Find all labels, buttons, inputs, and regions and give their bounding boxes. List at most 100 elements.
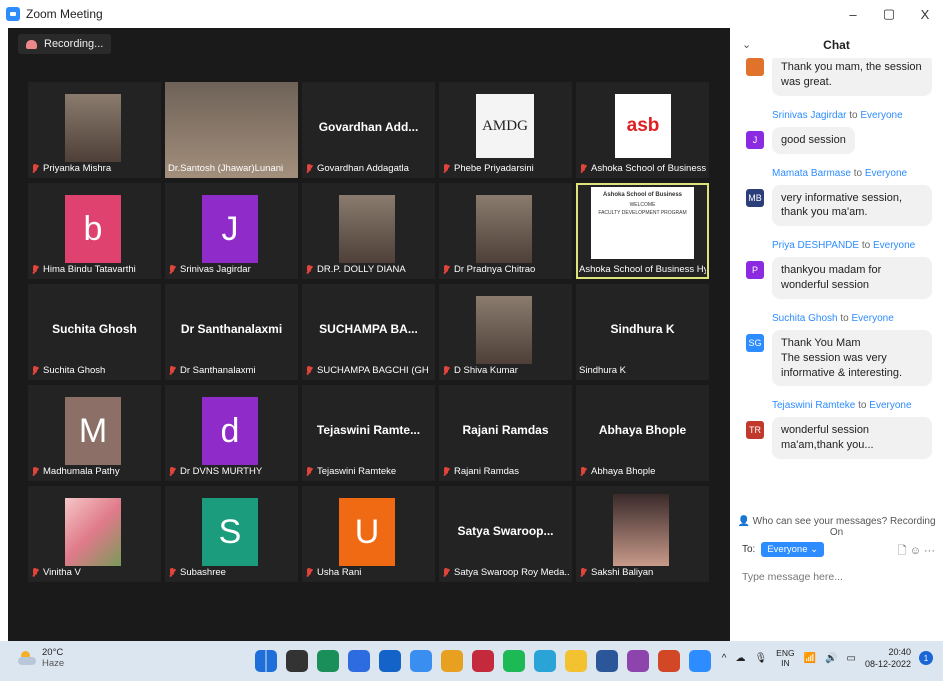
chevron-up-icon[interactable]: ^ (722, 653, 727, 664)
who-can-see-link[interactable]: 👤 Who can see your messages? Recording O… (730, 516, 943, 538)
participant-tile[interactable]: Tejaswini Ramte... Tejaswini Ramteke (302, 385, 435, 481)
participant-tile[interactable]: J Srinivas Jagirdar (165, 183, 298, 279)
language-indicator[interactable]: ENG IN (776, 648, 794, 668)
emoji-icon[interactable]: ☺ (910, 545, 921, 557)
message-sender: Tejaswini Ramteke to Everyone (772, 400, 912, 412)
taskbar-app-icon[interactable] (565, 650, 587, 672)
participant-tile[interactable]: AMDG Phebe Priyadarsini (439, 82, 572, 178)
minimize-button[interactable]: – (835, 0, 871, 28)
participant-tile[interactable]: d Dr DVNS MURTHY (165, 385, 298, 481)
participant-tile[interactable]: Govardhan Add... Govardhan Addagatla (302, 82, 435, 178)
taskbar: 20°C Haze ^ ☁ 🎙 ENG IN 📶 🔊 ▭ 20:40 08-12… (0, 641, 943, 681)
participant-name-label: Ashoka School of Business ... (579, 163, 706, 174)
taskbar-app-icon[interactable] (503, 650, 525, 672)
participant-tile[interactable]: Satya Swaroop... Satya Swaroop Roy Meda..… (439, 486, 572, 582)
participant-tile[interactable]: S Subashree (165, 486, 298, 582)
chat-header: ⌄ Chat (730, 28, 943, 62)
zoom-app-icon (6, 7, 20, 21)
participant-tile[interactable]: Suchita Ghosh Suchita Ghosh (28, 284, 161, 380)
taskbar-app-icon[interactable] (658, 650, 680, 672)
participant-tile[interactable]: Sakshi Baliyan (576, 486, 709, 582)
taskbar-app-icon[interactable] (441, 650, 463, 672)
notification-badge[interactable]: 1 (919, 651, 933, 666)
participant-name-label: Priyanka Mishra (31, 163, 158, 174)
shared-slide: Ashoka School of Business WELCOME FACULTY … (591, 187, 694, 259)
recording-indicator[interactable]: Recording... (18, 34, 112, 54)
cloud-icon[interactable]: ☁ (735, 653, 745, 664)
more-icon[interactable]: ··· (924, 545, 935, 557)
participant-name: Hima Bindu Tatavarthi (43, 264, 136, 275)
taskbar-app-icon[interactable] (255, 650, 277, 672)
taskbar-app-icon[interactable] (627, 650, 649, 672)
participant-name: Tejaswini Ramteke (317, 466, 397, 477)
participant-tile[interactable]: Dr.Santosh (Jhawar)Lunani (165, 82, 298, 178)
asb-logo: asb (615, 94, 671, 158)
mic-icon[interactable]: 🎙 (754, 653, 767, 664)
participant-name-label: Sakshi Baliyan (579, 567, 706, 578)
recipient-dropdown[interactable]: Everyone ⌄ (761, 542, 825, 557)
taskbar-app-icon[interactable] (286, 650, 308, 672)
battery-icon[interactable]: ▭ (847, 653, 856, 664)
muted-mic-icon (579, 567, 587, 578)
clock[interactable]: 20:40 08-12-2022 (865, 646, 911, 670)
temperature: 20°C (42, 647, 64, 658)
participant-tile[interactable]: DR.P. DOLLY DIANA (302, 183, 435, 279)
participant-name-label: DR.P. DOLLY DIANA (305, 264, 432, 275)
file-icon[interactable]: 🗋 (898, 545, 907, 557)
chat-message: Suchita Ghosh to Everyone SG Thank You Mam… (730, 313, 943, 387)
muted-mic-icon (579, 466, 587, 477)
participant-name-label: Satya Swaroop Roy Meda... (442, 567, 569, 578)
participant-tile[interactable]: Dr Pradnya Chitrao (439, 183, 572, 279)
taskbar-app-icon[interactable] (379, 650, 401, 672)
participant-tile[interactable]: SUCHAMPA BA... SUCHAMPA BAGCHI (GH R... (302, 284, 435, 380)
participant-tile[interactable]: Abhaya Bhople Abhaya Bhople (576, 385, 709, 481)
sender-avatar: J (746, 130, 764, 149)
participant-tile[interactable]: D Shiva Kumar (439, 284, 572, 380)
taskbar-app-icon[interactable] (596, 650, 618, 672)
participant-tile[interactable]: M Madhumala Pathy (28, 385, 161, 481)
participant-center-name: Suchita Ghosh (52, 322, 137, 336)
participant-tile[interactable]: asb Ashoka School of Business ... (576, 82, 709, 178)
muted-mic-icon (442, 163, 450, 174)
participant-name-label: Usha Rani (305, 567, 432, 578)
taskbar-app-icon[interactable] (534, 650, 556, 672)
participant-tile[interactable]: Vinitha V (28, 486, 161, 582)
taskbar-app-icon[interactable] (317, 650, 339, 672)
participant-tile[interactable]: Dr Santhanalaxmi Dr Santhanalaxmi (165, 284, 298, 380)
message-sender: Priya DESHPANDE to Everyone (772, 240, 916, 252)
participant-name: Usha Rani (317, 567, 362, 578)
participant-tile[interactable]: Priyanka Mishra (28, 82, 161, 178)
slide-text: Ashoka School of Business (602, 192, 683, 198)
participant-video (65, 94, 121, 162)
message-input[interactable]: Type message here... (742, 571, 843, 583)
participant-name-label: Vinitha V (31, 567, 158, 578)
participant-avatar: U (339, 498, 395, 566)
message-text: Thank You Mam The session was very infor… (772, 329, 932, 387)
chevron-down-icon[interactable]: ⌄ (742, 38, 751, 51)
participant-tile[interactable]: Sindhura K Sindhura K (576, 284, 709, 380)
taskbar-app-icon[interactable] (472, 650, 494, 672)
participant-name: Sakshi Baliyan (591, 567, 654, 578)
participant-tile[interactable]: Ashoka School of Business WELCOME FACULTY … (576, 183, 709, 279)
participant-name-label: Madhumala Pathy (31, 466, 158, 477)
volume-icon[interactable]: 🔊 (825, 653, 837, 664)
participant-center-name: Tejaswini Ramte... (316, 423, 421, 437)
participant-name-label: Rajani Ramdas (442, 466, 569, 477)
participant-name: Ashoka School of Business Hy... (579, 264, 706, 275)
participant-video (65, 498, 121, 566)
muted-mic-icon (31, 163, 39, 174)
weather-widget[interactable]: 20°C Haze (18, 647, 64, 670)
restore-button[interactable]: ▢ (871, 0, 907, 28)
muted-mic-icon (305, 264, 313, 275)
participant-center-name: Rajani Ramdas (462, 423, 549, 437)
wifi-icon[interactable]: 📶 (804, 653, 816, 664)
participant-name-label: Phebe Priyadarsini (442, 163, 569, 174)
taskbar-app-icon[interactable] (348, 650, 370, 672)
participant-tile[interactable]: Rajani Ramdas Rajani Ramdas (439, 385, 572, 481)
participant-tile[interactable]: U Usha Rani (302, 486, 435, 582)
message-sender: Mamata Barmase to Everyone (772, 167, 908, 179)
participant-tile[interactable]: b Hima Bindu Tatavarthi (28, 183, 161, 279)
taskbar-app-icon[interactable] (410, 650, 432, 672)
close-button[interactable]: X (907, 0, 943, 28)
taskbar-app-icon[interactable] (689, 650, 711, 672)
